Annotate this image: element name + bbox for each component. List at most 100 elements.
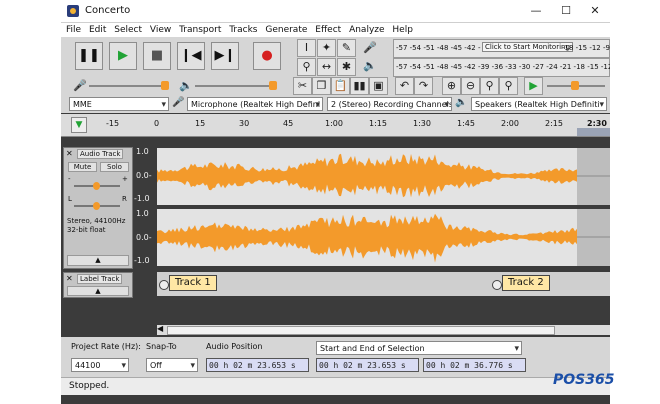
mic-volume-slider[interactable] — [89, 81, 169, 90]
audio-host-select[interactable]: MME — [69, 97, 169, 111]
label-track-close-icon[interactable]: ✕ — [66, 274, 73, 283]
selection-end-field[interactable]: 00 h 02 m 36.776 s — [423, 358, 526, 372]
menu-effect[interactable]: Effect — [315, 23, 341, 37]
selection-start-field[interactable]: 00 h 02 m 23.653 s — [316, 358, 419, 372]
envelope-tool-icon[interactable]: ✦ — [317, 39, 336, 57]
label-track-control-panel[interactable]: ✕ Label Track ▲ — [63, 272, 133, 298]
collapse-label-track-button[interactable]: ▲ — [67, 286, 129, 296]
scroll-left-icon[interactable]: ◀ — [157, 324, 163, 333]
horizontal-scrollbar[interactable]: ◀ — [157, 324, 610, 335]
play-at-speed-icon[interactable]: ▶ — [524, 77, 543, 95]
selection-tool-icon[interactable]: I — [297, 39, 316, 57]
pan-slider-thumb[interactable] — [93, 202, 100, 210]
menu-generate[interactable]: Generate — [265, 23, 307, 37]
skip-to-start-button[interactable]: ❙◀ — [177, 42, 205, 70]
label-track-2[interactable]: Track 2 — [502, 275, 550, 291]
status-bar: Stopped. — [61, 377, 610, 395]
ruler-tick: 45 — [283, 119, 294, 128]
zoom-in-icon[interactable]: ⊕ — [442, 77, 461, 95]
undo-icon[interactable]: ↶ — [395, 77, 414, 95]
zoom-out-icon[interactable]: ⊖ — [461, 77, 480, 95]
scale-bot-2: -1.0 — [134, 256, 150, 265]
gain-slider-thumb[interactable] — [93, 182, 100, 190]
selection-toolbar: Project Rate (Hz): 44100 Snap-To Off Aud… — [61, 337, 610, 377]
fit-project-icon[interactable]: ⚲ — [499, 77, 518, 95]
project-rate-select[interactable]: 44100 — [71, 358, 129, 372]
playback-device-select[interactable]: Speakers (Realtek High Definiti — [471, 97, 607, 111]
pin-play-head-icon[interactable]: ▼ — [71, 117, 87, 133]
record-meter[interactable]: -57 -54 -51 -48 -45 -42 - Click to Start… — [393, 39, 610, 58]
play-speed-thumb[interactable] — [571, 81, 579, 90]
selection-region-marker — [577, 128, 610, 136]
recording-channels-select[interactable]: 2 (Stereo) Recording Channels — [327, 97, 452, 111]
label-marker-1[interactable] — [159, 280, 169, 290]
title-bar: Concerto — ☐ ✕ — [61, 0, 610, 23]
collapse-track-button[interactable]: ▲ — [67, 255, 129, 266]
mute-button[interactable]: Mute — [68, 162, 97, 172]
label-marker-2[interactable] — [492, 280, 502, 290]
copy-icon[interactable]: ❐ — [312, 77, 331, 95]
ruler-tick: 2:00 — [501, 119, 519, 128]
snap-to-label: Snap-To — [146, 342, 177, 351]
audio-track-control-panel[interactable]: ✕ Audio Track Mute Solo - + L R Stereo, … — [63, 147, 133, 269]
selection-mode-select[interactable]: Start and End of Selection — [316, 341, 522, 355]
label-track-area[interactable]: Track 1 Track 2 — [157, 272, 610, 296]
timeline-ruler[interactable]: ▼ -15 0 15 30 45 1:00 1:15 1:30 1:45 2:0… — [61, 114, 610, 137]
draw-tool-icon[interactable]: ✎ — [337, 39, 356, 57]
record-button[interactable]: ● — [253, 42, 281, 70]
audio-track-close-icon[interactable]: ✕ — [66, 149, 73, 158]
scrollbar-thumb[interactable] — [167, 326, 555, 335]
stop-button[interactable]: ■ — [143, 42, 171, 70]
pause-button[interactable]: ❚❚ — [75, 42, 103, 70]
waveform-left-channel[interactable] — [157, 148, 610, 205]
audio-position-label: Audio Position — [206, 342, 263, 351]
paste-icon[interactable]: 📋 — [331, 77, 350, 95]
menu-analyze[interactable]: Analyze — [349, 23, 384, 37]
gain-slider[interactable] — [74, 182, 120, 190]
fit-selection-icon[interactable]: ⚲ — [480, 77, 499, 95]
pan-slider[interactable] — [74, 202, 120, 210]
recording-device-select[interactable]: Microphone (Realtek High Defini — [187, 97, 323, 111]
label-track-1[interactable]: Track 1 — [169, 275, 217, 291]
close-icon[interactable]: ✕ — [580, 0, 610, 22]
play-meter-icon[interactable]: 🔈 — [363, 59, 377, 72]
multi-tool-icon[interactable]: ✱ — [337, 58, 356, 76]
gain-minus-label: - — [68, 175, 71, 183]
minimize-icon[interactable]: — — [521, 0, 551, 22]
trim-icon[interactable]: ▮▮ — [350, 77, 369, 95]
speaker-volume-icon: 🔈 — [179, 79, 193, 92]
skip-to-end-button[interactable]: ▶❙ — [211, 42, 239, 70]
menu-file[interactable]: File — [66, 23, 81, 37]
menu-help[interactable]: Help — [392, 23, 413, 37]
playback-meter-scale: -57 -54 -51 -48 -45 -42 -39 -36 -33 -30 … — [396, 63, 610, 71]
record-meter-icon[interactable]: 🎤 — [363, 41, 377, 54]
monitor-hint[interactable]: Click to Start Monitoring — [482, 42, 573, 52]
speaker-volume-slider[interactable] — [195, 81, 277, 90]
audio-position-field[interactable]: 00 h 02 m 23.653 s — [206, 358, 309, 372]
audio-track-name[interactable]: Audio Track — [77, 149, 124, 159]
menu-view[interactable]: View — [150, 23, 171, 37]
waveform-right-channel[interactable] — [157, 209, 610, 266]
menu-edit[interactable]: Edit — [89, 23, 106, 37]
time-shift-tool-icon[interactable]: ↔ — [317, 58, 336, 76]
maximize-icon[interactable]: ☐ — [551, 0, 581, 22]
menu-transport[interactable]: Transport — [179, 23, 221, 37]
speaker-volume-thumb[interactable] — [269, 81, 277, 90]
play-speed-slider[interactable] — [547, 81, 605, 90]
redo-icon[interactable]: ↷ — [414, 77, 433, 95]
play-button[interactable]: ▶ — [109, 42, 137, 70]
snap-to-select[interactable]: Off — [146, 358, 198, 372]
solo-button[interactable]: Solo — [100, 162, 129, 172]
menu-select[interactable]: Select — [114, 23, 142, 37]
scale-top-1: 1.0 — [136, 147, 149, 156]
ruler-tick: 2:30 — [587, 119, 607, 128]
label-track-name[interactable]: Label Track — [77, 274, 123, 284]
project-rate-label: Project Rate (Hz): — [71, 342, 141, 351]
menu-tracks[interactable]: Tracks — [229, 23, 257, 37]
menu-bar: File Edit Select View Transport Tracks G… — [61, 23, 610, 37]
silence-icon[interactable]: ▣ — [369, 77, 388, 95]
playback-meter[interactable]: -57 -54 -51 -48 -45 -42 -39 -36 -33 -30 … — [393, 58, 610, 77]
cut-icon[interactable]: ✂ — [293, 77, 312, 95]
zoom-tool-icon[interactable]: ⚲ — [297, 58, 316, 76]
mic-volume-thumb[interactable] — [161, 81, 169, 90]
